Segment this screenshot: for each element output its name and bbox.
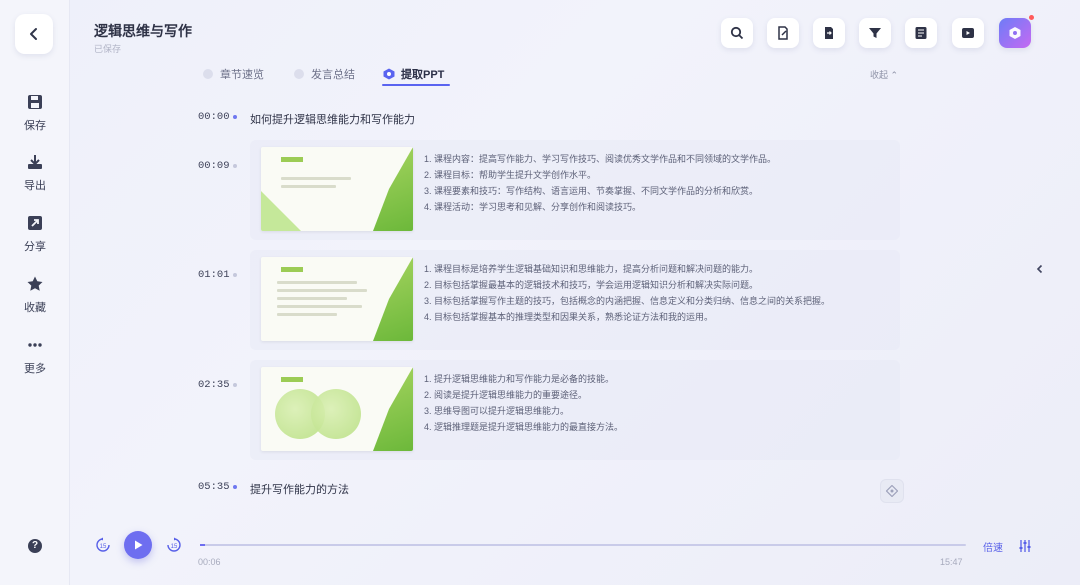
filter-icon xyxy=(869,28,881,38)
section-heading: 如何提升逻辑思维能力和写作能力 xyxy=(250,114,415,126)
timeline-dot xyxy=(233,273,237,277)
translate-button[interactable] xyxy=(905,18,937,48)
slide-point: 3. 课程要素和技巧：写作结构、语言运用、节奏掌握、不同文学作品的分析和欣赏。 xyxy=(424,186,759,196)
slide-timestamp[interactable]: 00:09 xyxy=(198,160,230,172)
tab-chapter-overview[interactable]: 章节速览 xyxy=(202,66,264,82)
tab-extract-ppt[interactable]: 提取PPT xyxy=(383,66,444,82)
section-timestamp[interactable]: 00:00 xyxy=(198,111,230,123)
slide-point: 4. 目标包括掌握基本的推理类型和因果关系，熟悉论证方法和我的运用。 xyxy=(424,312,714,322)
more-icon xyxy=(28,343,42,347)
slide-point: 1. 课程内容：提高写作能力、学习写作技巧、阅读优秀文学作品和不同领域的文学作品… xyxy=(424,154,777,164)
help-icon[interactable]: ? xyxy=(28,539,42,553)
timeline-dot xyxy=(233,383,237,387)
play-video-icon xyxy=(962,28,974,38)
slide-points: 1. 课程目标是培养学生逻辑基础知识和思维能力，提高分析问题和解决问题的能力。 … xyxy=(424,261,894,325)
slide-point: 2. 课程目标：帮助学生提升文学创作水平。 xyxy=(424,170,597,180)
document-export-icon xyxy=(825,27,833,39)
locate-button[interactable] xyxy=(880,479,904,503)
document-edit-icon xyxy=(778,26,788,40)
export-document-button[interactable] xyxy=(813,18,845,48)
slide-point: 4. 课程活动：学习思考和见解、分享创作和阅读技巧。 xyxy=(424,202,642,212)
svg-text:15: 15 xyxy=(171,544,178,550)
video-button[interactable] xyxy=(952,18,984,48)
chevron-left-icon xyxy=(30,28,37,40)
slide-timestamp[interactable]: 02:35 xyxy=(198,379,230,391)
export-button[interactable]: 导出 xyxy=(0,153,70,193)
ai-assistant-icon xyxy=(1009,27,1021,39)
tab-label: 提取PPT xyxy=(401,69,445,81)
slide-thumbnail[interactable] xyxy=(261,257,413,341)
svg-text:15: 15 xyxy=(100,544,107,550)
slide-point: 3. 目标包括掌握写作主题的技巧，包括概念的内涵把握、信息定义和分类归纳、信息之… xyxy=(424,296,831,306)
filter-button[interactable] xyxy=(859,18,891,48)
left-sidebar: 保存 导出 分享 收藏 更多 ? xyxy=(0,0,70,585)
share-button[interactable]: 分享 xyxy=(0,214,70,254)
collapse-button[interactable]: 收起 ⌃ xyxy=(870,68,898,81)
progress-fill xyxy=(200,544,205,546)
search-button[interactable] xyxy=(721,18,753,48)
slide-thumbnail[interactable] xyxy=(261,147,413,231)
page-title: 逻辑思维与写作 xyxy=(94,23,192,39)
total-time: 15:47 xyxy=(940,557,963,567)
slide-point: 3. 思维导图可以提升逻辑思维能力。 xyxy=(424,406,570,416)
save-label: 保存 xyxy=(24,120,46,132)
equalizer-icon[interactable] xyxy=(1018,539,1032,553)
share-icon xyxy=(28,216,42,230)
slide-card: 1. 课程目标是培养学生逻辑基础知识和思维能力，提高分析问题和解决问题的能力。 … xyxy=(250,250,900,350)
slide-timestamp[interactable]: 01:01 xyxy=(198,269,230,281)
back-button[interactable] xyxy=(15,14,53,54)
chevron-up-icon: ⌃ xyxy=(890,70,899,80)
slide-point: 2. 目标包括掌握最基本的逻辑技术和技巧，学会运用逻辑知识分析和解决实际问题。 xyxy=(424,280,759,290)
export-icon xyxy=(28,155,42,169)
chapter-icon xyxy=(203,69,213,79)
section-timestamp[interactable]: 05:35 xyxy=(198,481,230,493)
star-icon xyxy=(27,276,43,291)
slide-point: 4. 逻辑推理题是提升逻辑思维能力的最直接方法。 xyxy=(424,422,624,432)
collapse-label: 收起 xyxy=(870,70,889,80)
translate-icon xyxy=(915,27,927,39)
slide-point: 1. 课程目标是培养学生逻辑基础知识和思维能力，提高分析问题和解决问题的能力。 xyxy=(424,264,759,274)
tab-label: 发言总结 xyxy=(311,69,355,81)
slide-card: 1. 提升逻辑思维能力和写作能力是必备的技能。 2. 阅读是提升逻辑思维能力的重… xyxy=(250,360,900,460)
tab-label: 章节速览 xyxy=(220,69,264,81)
slide-point: 1. 提升逻辑思维能力和写作能力是必备的技能。 xyxy=(424,374,615,384)
locate-icon xyxy=(886,485,898,497)
search-icon xyxy=(730,26,744,40)
progress-bar[interactable] xyxy=(200,544,966,546)
slide-thumbnail[interactable] xyxy=(261,367,413,451)
rewind-15-icon[interactable]: 15 xyxy=(95,537,111,553)
chevron-left-icon xyxy=(1036,264,1043,274)
save-button[interactable]: 保存 xyxy=(0,93,70,133)
more-button[interactable]: 更多 xyxy=(0,336,70,376)
slide-points: 1. 提升逻辑思维能力和写作能力是必备的技能。 2. 阅读是提升逻辑思维能力的重… xyxy=(424,371,894,435)
more-label: 更多 xyxy=(24,363,46,375)
timeline-dot xyxy=(233,485,237,489)
play-button[interactable] xyxy=(124,531,152,559)
slide-point: 2. 阅读是提升逻辑思维能力的重要途径。 xyxy=(424,390,588,400)
edit-document-button[interactable] xyxy=(767,18,799,48)
share-label: 分享 xyxy=(24,241,46,253)
save-status: 已保存 xyxy=(94,44,122,54)
ai-assistant-button[interactable] xyxy=(999,15,1034,48)
notification-dot xyxy=(1029,15,1034,20)
speed-button[interactable]: 倍速 xyxy=(983,539,1003,554)
play-icon xyxy=(135,540,143,550)
favorite-button[interactable]: 收藏 xyxy=(0,275,70,315)
slide-points: 1. 课程内容：提高写作能力、学习写作技巧、阅读优秀文学作品和不同领域的文学作品… xyxy=(424,151,894,215)
active-tab-indicator xyxy=(382,84,450,86)
save-icon xyxy=(28,95,42,109)
current-time: 00:06 xyxy=(198,557,221,567)
export-label: 导出 xyxy=(24,180,46,192)
slide-card: 1. 课程内容：提高写作能力、学习写作技巧、阅读优秀文学作品和不同领域的文学作品… xyxy=(250,140,900,240)
speech-icon xyxy=(294,69,304,79)
tab-speech-summary[interactable]: 发言总结 xyxy=(293,66,355,82)
favorite-label: 收藏 xyxy=(24,302,46,314)
forward-15-icon[interactable]: 15 xyxy=(166,537,182,553)
timeline-dot xyxy=(233,164,237,168)
side-panel-toggle[interactable] xyxy=(1030,260,1050,280)
ppt-icon xyxy=(383,68,395,80)
section-heading: 提升写作能力的方法 xyxy=(250,484,349,496)
timeline-dot xyxy=(233,115,237,119)
